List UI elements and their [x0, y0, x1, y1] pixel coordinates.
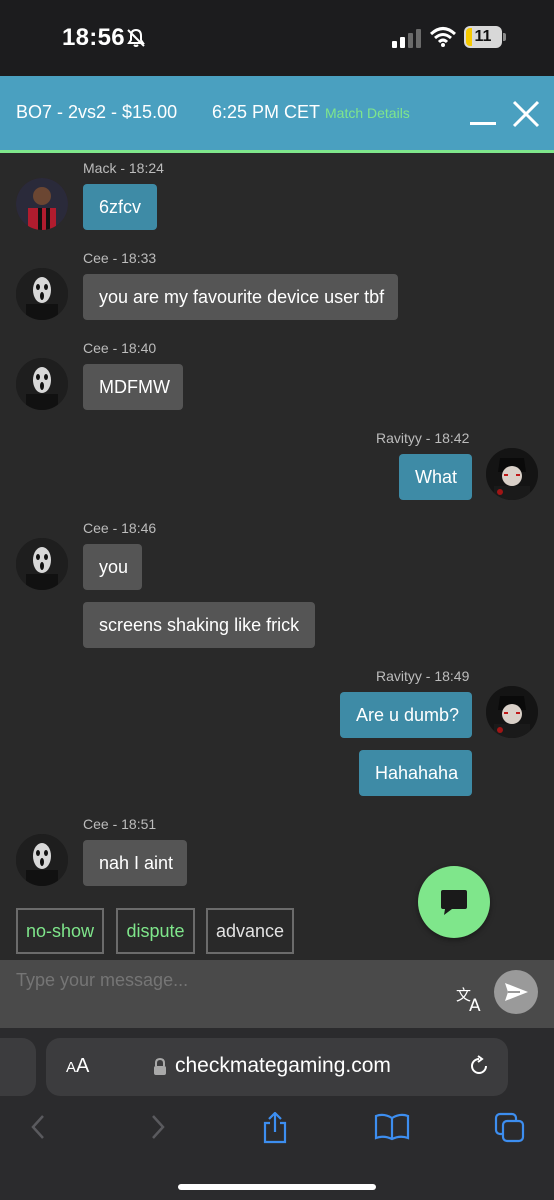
message-bubble: 6zfcv — [83, 184, 157, 230]
translate-icon[interactable]: 文A — [456, 984, 486, 1017]
cellular-signal-icon — [392, 28, 422, 53]
lock-icon — [153, 1057, 167, 1081]
share-icon[interactable] — [260, 1111, 290, 1149]
message-bubble: you — [83, 544, 142, 590]
message-bubble: screens shaking like frick — [83, 602, 315, 648]
no-show-button[interactable]: no-show — [16, 908, 104, 954]
message-input[interactable] — [16, 968, 436, 992]
message-meta: Cee - 18:51 — [83, 816, 157, 832]
message-meta: Cee - 18:40 — [83, 340, 157, 356]
url-text: checkmategaming.com — [175, 1054, 391, 1077]
avatar-ravityy — [486, 686, 538, 738]
avatar-cee — [16, 834, 68, 886]
dispute-button[interactable]: dispute — [116, 908, 195, 954]
match-time: 6:25 PM CET — [212, 102, 321, 122]
previous-tab[interactable] — [0, 1038, 36, 1096]
avatar-cee — [16, 358, 68, 410]
forward-icon[interactable] — [148, 1112, 168, 1147]
reader-aa-button[interactable]: AA — [66, 1055, 89, 1078]
minimize-button[interactable] — [470, 122, 496, 125]
message-bubble: nah I aint — [83, 840, 187, 886]
message-meta: Mack - 18:24 — [83, 160, 164, 176]
reload-icon[interactable] — [467, 1054, 491, 1083]
close-icon — [512, 100, 540, 128]
aa-large: A — [76, 1055, 90, 1077]
message-bubble: Hahahaha — [359, 750, 472, 796]
send-button[interactable] — [494, 970, 538, 1014]
message-meta: Cee - 18:33 — [83, 250, 157, 266]
message-bubble: Are u dumb? — [340, 692, 472, 738]
bell-muted-icon — [126, 28, 146, 53]
close-button[interactable] — [510, 98, 542, 130]
match-details-link[interactable]: Match Details — [325, 105, 410, 121]
message-bubble: What — [399, 454, 472, 500]
advance-button[interactable]: advance — [206, 908, 294, 954]
home-indicator — [178, 1184, 376, 1190]
avatar-ravityy — [486, 448, 538, 500]
wifi-icon — [429, 26, 457, 53]
tabs-icon[interactable] — [494, 1112, 526, 1149]
svg-text:A: A — [469, 996, 481, 1012]
back-icon[interactable] — [28, 1112, 48, 1147]
battery-icon: 11 — [464, 26, 506, 48]
match-title: BO7 - 2vs2 - $15.00 — [16, 102, 178, 122]
bookmarks-icon[interactable] — [374, 1112, 410, 1147]
message-meta: Cee - 18:46 — [83, 520, 157, 536]
message-bubble: MDFMW — [83, 364, 183, 410]
chat-fab-button[interactable] — [418, 866, 490, 938]
chat-bubble-icon — [441, 890, 467, 915]
battery-level: 11 — [474, 28, 492, 45]
message-bubble: you are my favourite device user tbf — [83, 274, 398, 320]
send-icon — [505, 983, 528, 1001]
message-meta: Ravityy - 18:42 — [376, 430, 470, 446]
avatar-mack — [16, 178, 68, 230]
message-meta: Ravityy - 18:49 — [376, 668, 470, 684]
status-time: 18:56 — [62, 24, 125, 51]
aa-small: A — [66, 1059, 77, 1076]
avatar-cee — [16, 268, 68, 320]
avatar-cee — [16, 538, 68, 590]
header-divider — [0, 150, 554, 153]
